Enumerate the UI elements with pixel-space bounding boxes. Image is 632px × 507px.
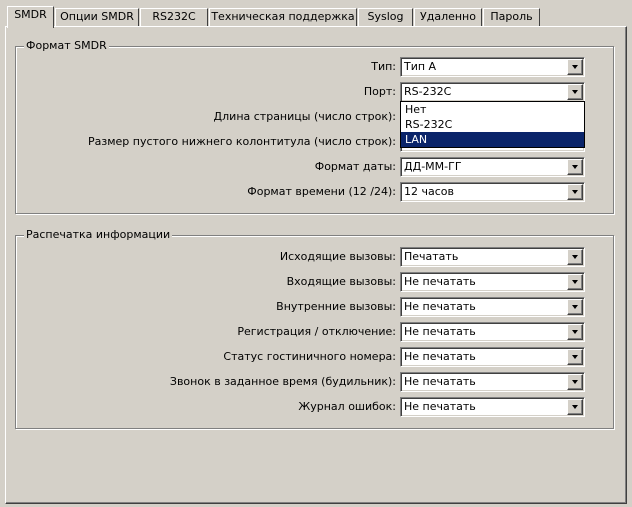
type-dropdown-button[interactable] xyxy=(567,59,583,75)
tab-rs232c[interactable]: RS232C xyxy=(140,8,208,26)
date-format-label: Формат даты: xyxy=(314,160,396,173)
chevron-down-icon xyxy=(572,380,578,384)
tab-remote[interactable]: Удаленно xyxy=(414,8,482,26)
login-logout-select[interactable]: Не печатать xyxy=(400,322,585,342)
outgoing-calls-value: Печатать xyxy=(404,250,459,263)
outgoing-calls-dropdown-button[interactable] xyxy=(567,249,583,265)
incoming-calls-label: Входящие вызовы: xyxy=(286,275,396,288)
tab-password[interactable]: Пароль xyxy=(483,8,540,26)
login-logout-label: Регистрация / отключение: xyxy=(237,325,396,338)
chevron-down-icon xyxy=(572,165,578,169)
port-option-rs232c[interactable]: RS-232C xyxy=(401,117,584,132)
port-value: RS-232C xyxy=(404,85,452,98)
type-label: Тип: xyxy=(371,60,396,73)
wakeup-call-dropdown-button[interactable] xyxy=(567,374,583,390)
time-format-value: 12 часов xyxy=(404,185,454,198)
room-status-label: Статус гостиничного номера: xyxy=(223,350,396,363)
chevron-down-icon xyxy=(572,405,578,409)
chevron-down-icon xyxy=(572,255,578,259)
time-format-label: Формат времени (12 /24): xyxy=(247,185,396,198)
page-length-label: Длина страницы (число строк): xyxy=(213,110,396,123)
tab-smdr-options[interactable]: Опции SMDR xyxy=(55,8,139,26)
chevron-down-icon xyxy=(572,65,578,69)
chevron-down-icon xyxy=(572,330,578,334)
tab-tech-support[interactable]: Техническая поддержка xyxy=(209,8,357,26)
incoming-calls-select[interactable]: Не печатать xyxy=(400,272,585,292)
port-select[interactable]: RS-232C xyxy=(400,82,585,102)
chevron-down-icon xyxy=(572,280,578,284)
internal-calls-select[interactable]: Не печатать xyxy=(400,297,585,317)
incoming-calls-value: Не печатать xyxy=(404,275,476,288)
port-label: Порт: xyxy=(363,85,396,98)
wakeup-call-value: Не печатать xyxy=(404,375,476,388)
port-dropdown-button[interactable] xyxy=(567,84,583,100)
port-option-none[interactable]: Нет xyxy=(401,102,584,117)
login-logout-value: Не печатать xyxy=(404,325,476,338)
outgoing-calls-select[interactable]: Печатать xyxy=(400,247,585,267)
room-status-select[interactable]: Не печатать xyxy=(400,347,585,367)
wakeup-call-select[interactable]: Не печатать xyxy=(400,372,585,392)
type-select[interactable]: Тип A xyxy=(400,57,585,77)
port-option-lan[interactable]: LAN xyxy=(401,132,584,147)
incoming-calls-dropdown-button[interactable] xyxy=(567,274,583,290)
date-format-select[interactable]: ДД-ММ-ГГ xyxy=(400,157,585,177)
chevron-down-icon xyxy=(572,90,578,94)
time-format-select[interactable]: 12 часов xyxy=(400,182,585,202)
tab-syslog[interactable]: Syslog xyxy=(358,8,413,26)
date-format-value: ДД-ММ-ГГ xyxy=(404,160,462,173)
outgoing-calls-label: Исходящие вызовы: xyxy=(279,250,396,263)
port-dropdown-list[interactable]: Нет RS-232C LAN xyxy=(400,101,585,148)
error-log-select[interactable]: Не печатать xyxy=(400,397,585,417)
chevron-down-icon xyxy=(572,190,578,194)
group-title: Распечатка информации xyxy=(24,228,173,242)
tab-smdr[interactable]: SMDR xyxy=(7,6,54,28)
time-format-dropdown-button[interactable] xyxy=(567,184,583,200)
internal-calls-value: Не печатать xyxy=(404,300,476,313)
wakeup-call-label: Звонок в заданное время (будильник): xyxy=(169,375,396,388)
error-log-label: Журнал ошибок: xyxy=(298,400,396,413)
room-status-dropdown-button[interactable] xyxy=(567,349,583,365)
error-log-dropdown-button[interactable] xyxy=(567,399,583,415)
chevron-down-icon xyxy=(572,305,578,309)
date-format-dropdown-button[interactable] xyxy=(567,159,583,175)
chevron-down-icon xyxy=(572,355,578,359)
footer-size-label: Размер пустого нижнего колонтитула (числ… xyxy=(88,135,396,148)
room-status-value: Не печатать xyxy=(404,350,476,363)
error-log-value: Не печатать xyxy=(404,400,476,413)
login-logout-dropdown-button[interactable] xyxy=(567,324,583,340)
type-value: Тип A xyxy=(404,60,437,73)
internal-calls-dropdown-button[interactable] xyxy=(567,299,583,315)
internal-calls-label: Внутренние вызовы: xyxy=(276,300,396,313)
group-title: Формат SMDR xyxy=(24,39,109,53)
